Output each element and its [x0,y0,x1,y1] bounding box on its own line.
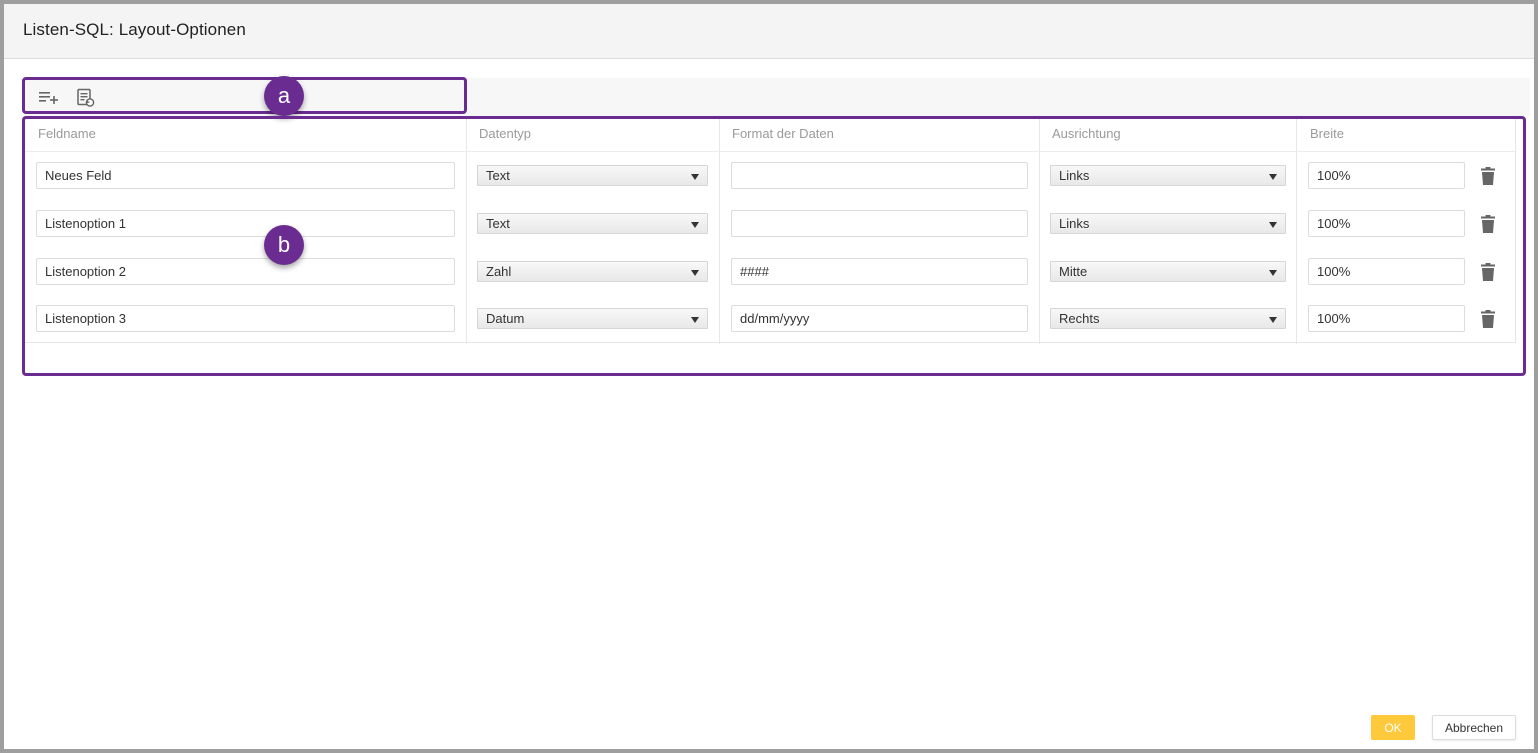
column-header-datentyp: Datentyp [479,126,532,141]
cancel-button[interactable]: Abbrechen [1432,715,1516,740]
reset-list-button[interactable] [74,86,98,110]
width-input[interactable]: 100% [1308,210,1465,237]
dialog-header: Listen-SQL: Layout-Optionen [4,4,1534,59]
data-type-value: Text [486,216,510,231]
data-format-input[interactable] [731,162,1028,189]
data-type-value: Text [486,168,510,183]
delete-icon[interactable] [1481,263,1495,281]
add-row-button[interactable] [37,86,61,110]
add-row-icon [39,92,58,104]
data-format-input[interactable]: #### [731,258,1028,285]
dialog: Listen-SQL: Layout-Optionen Feldname Dat… [4,4,1534,749]
annotation-badge-b: b [264,225,304,265]
reset-list-icon [77,88,95,107]
dialog-title: Listen-SQL: Layout-Optionen [23,20,246,39]
dropdown-caret-icon [691,270,699,276]
alignment-value: Rechts [1059,311,1100,326]
column-header-format: Format der Daten [732,126,834,141]
toolbar [24,78,1530,116]
data-type-select[interactable]: Text [477,165,708,186]
alignment-value: Links [1059,216,1090,231]
data-format-input[interactable] [731,210,1028,237]
delete-icon[interactable] [1481,215,1495,233]
field-name-input[interactable]: Listenoption 1 [36,210,455,237]
dropdown-caret-icon [691,174,699,180]
dropdown-caret-icon [1269,317,1277,323]
data-format-input[interactable]: dd/mm/yyyy [731,305,1028,332]
dropdown-caret-icon [1269,222,1277,228]
width-input[interactable]: 100% [1308,305,1465,332]
alignment-select[interactable]: Rechts [1050,308,1286,329]
column-header-breite: Breite [1310,126,1344,141]
field-name-input[interactable]: Listenoption 2 [36,258,455,285]
data-type-value: Datum [486,311,525,326]
alignment-value: Links [1059,168,1090,183]
dropdown-caret-icon [691,317,699,323]
data-type-select[interactable]: Datum [477,308,708,329]
delete-icon[interactable] [1481,310,1495,328]
alignment-select[interactable]: Links [1050,213,1286,234]
width-input[interactable]: 100% [1308,258,1465,285]
data-type-select[interactable]: Zahl [477,261,708,282]
field-name-input[interactable]: Listenoption 3 [36,305,455,332]
alignment-select[interactable]: Mitte [1050,261,1286,282]
data-type-select[interactable]: Text [477,213,708,234]
delete-icon[interactable] [1481,167,1495,185]
alignment-select[interactable]: Links [1050,165,1286,186]
fields-table: Feldname Datentyp Format der Daten Ausri… [24,117,1516,344]
data-type-value: Zahl [486,264,512,279]
dropdown-caret-icon [691,222,699,228]
alignment-value: Mitte [1059,264,1088,279]
column-header-ausrichtung: Ausrichtung [1052,126,1121,141]
field-name-input[interactable]: Neues Feld [36,162,455,189]
width-input[interactable]: 100% [1308,162,1465,189]
ok-button[interactable]: OK [1371,715,1415,740]
dropdown-caret-icon [1269,174,1277,180]
column-header-feldname: Feldname [38,126,96,141]
dropdown-caret-icon [1269,270,1277,276]
annotation-badge-a: a [264,76,304,116]
